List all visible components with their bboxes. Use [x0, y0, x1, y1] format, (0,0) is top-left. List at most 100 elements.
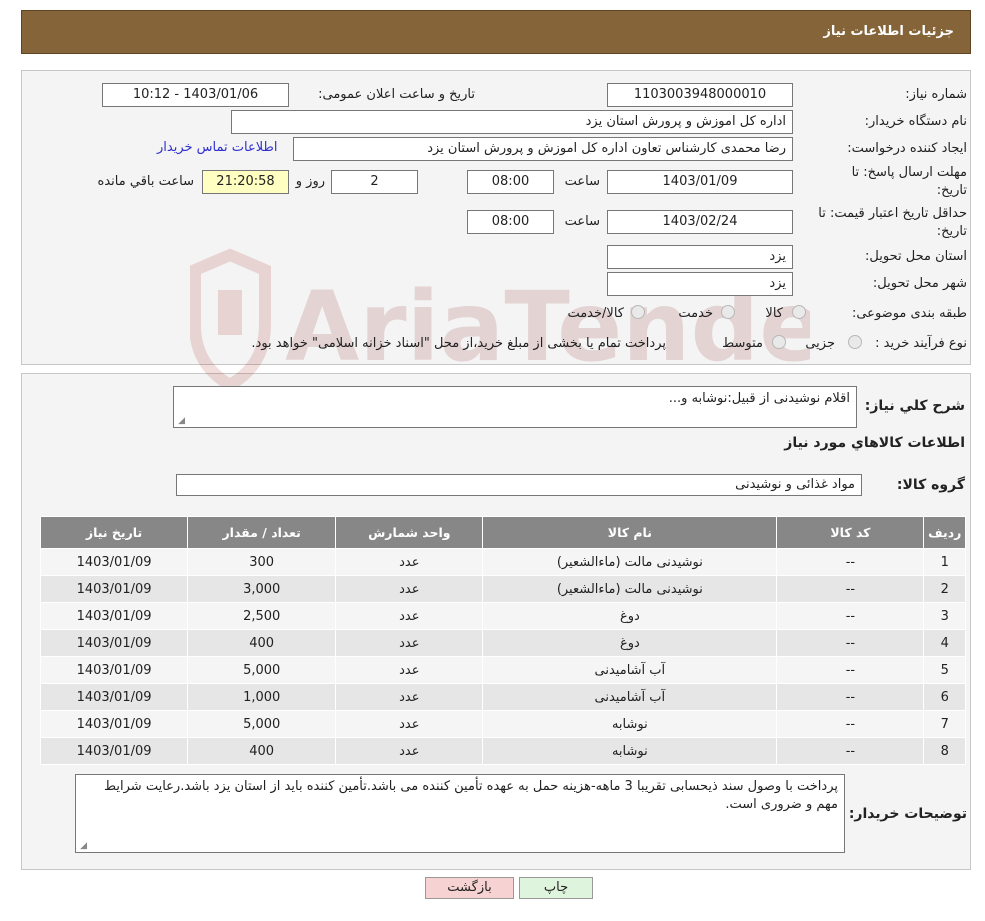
- process-option-minor: جزیی: [805, 336, 835, 351]
- delivery-city-field: یزد: [607, 272, 793, 296]
- cell-item-name: نوشیدنی مالت (ماءالشعیر): [482, 575, 778, 603]
- deadline-label-date: تاریخ:: [936, 183, 967, 198]
- col-header-need-date: تاریخ نیاز: [39, 516, 189, 549]
- remaining-time-field: 21:20:58: [202, 170, 289, 194]
- buyer-notes-text: پرداخت با وصول سند ذیحسابی تقریبا 3 ماهه…: [104, 779, 838, 812]
- cell-item-code: --: [776, 629, 925, 657]
- process-radio-minor[interactable]: [848, 335, 862, 349]
- cell-item-name: نوشابه: [482, 737, 778, 765]
- col-header-item-name: نام کالا: [482, 516, 778, 549]
- table-row: 1 -- نوشیدنی مالت (ماءالشعیر) عدد 300 1403/01…: [39, 548, 966, 576]
- cell-row-number: 7: [923, 710, 966, 738]
- goods-group-field: مواد غذائی و نوشیدنی: [176, 474, 862, 496]
- table-row: 8 -- نوشابه عدد 400 1403/01/09: [39, 737, 966, 765]
- cell-item-code: --: [776, 683, 925, 711]
- resize-grip-icon[interactable]: ◢: [176, 417, 185, 426]
- purchase-process-label: نوع فرآیند خرید :: [875, 336, 967, 351]
- need-summary-textarea[interactable]: اقلام نوشیدنی از قبیل:نوشابه و... ◢: [173, 386, 857, 428]
- cell-unit: عدد: [335, 683, 484, 711]
- cell-unit: عدد: [335, 656, 484, 684]
- deadline-time-label: ساعت: [564, 174, 600, 189]
- cell-item-name: دوغ: [482, 629, 778, 657]
- col-header-unit: واحد شمارش: [335, 516, 484, 549]
- col-header-item-code: کد کالا: [776, 516, 925, 549]
- category-radio-service[interactable]: [721, 305, 735, 319]
- required-items-table: رديف کد کالا نام کالا واحد شمارش تعداد /…: [39, 516, 966, 765]
- cell-need-date: 1403/01/09: [39, 737, 189, 765]
- cell-item-name: آب آشامیدنی: [482, 656, 778, 684]
- cell-quantity: 5,000: [187, 656, 337, 684]
- category-radio-goods[interactable]: [792, 305, 806, 319]
- cell-item-code: --: [776, 602, 925, 630]
- cell-row-number: 8: [923, 737, 966, 765]
- remaining-days-field: 2: [331, 170, 418, 194]
- creator-field: رضا محمدی کارشناس تعاون اداره کل اموزش و…: [293, 137, 793, 161]
- delivery-province-label: استان محل تحویل:: [865, 249, 967, 264]
- price-validity-label-date: تاریخ:: [936, 224, 967, 239]
- col-header-row-number: رديف: [923, 516, 966, 549]
- cell-unit: عدد: [335, 575, 484, 603]
- price-validity-time-label: ساعت: [564, 214, 600, 229]
- delivery-city-label: شهر محل تحویل:: [872, 276, 967, 291]
- col-header-quantity: تعداد / مقدار: [187, 516, 337, 549]
- table-row: 5 -- آب آشامیدنی عدد 5,000 1403/01/09: [39, 656, 966, 684]
- required-items-title: اطلاعات کالاهاي مورد نياز: [784, 435, 965, 451]
- category-option-service: خدمت: [678, 306, 713, 321]
- page-header: جزئیات اطلاعات نیاز: [21, 10, 971, 54]
- price-validity-time-field: 08:00: [467, 210, 554, 234]
- cell-item-name: دوغ: [482, 602, 778, 630]
- cell-need-date: 1403/01/09: [39, 575, 189, 603]
- buyer-contact-link[interactable]: اطلاعات تماس خریدار: [157, 140, 277, 155]
- table-row: 3 -- دوغ عدد 2,500 1403/01/09: [39, 602, 966, 630]
- cell-need-date: 1403/01/09: [39, 710, 189, 738]
- cell-item-name: نوشابه: [482, 710, 778, 738]
- cell-need-date: 1403/01/09: [39, 683, 189, 711]
- table-row: 4 -- دوغ عدد 400 1403/01/09: [39, 629, 966, 657]
- buyer-org-label: نام دستگاه خریدار:: [864, 114, 967, 129]
- cell-row-number: 1: [923, 548, 966, 576]
- cell-quantity: 400: [187, 629, 337, 657]
- cell-item-code: --: [776, 710, 925, 738]
- cell-need-date: 1403/01/09: [39, 629, 189, 657]
- page-title: جزئیات اطلاعات نیاز: [823, 24, 954, 39]
- print-button[interactable]: چاپ: [519, 877, 593, 899]
- price-validity-label: حداقل تاریخ اعتبار قیمت: تا: [818, 206, 967, 221]
- days-label: روز و: [295, 174, 325, 189]
- table-row: 7 -- نوشابه عدد 5,000 1403/01/09: [39, 710, 966, 738]
- treasury-payment-note: پرداخت تمام یا بخشی از مبلغ خرید،از محل …: [251, 336, 666, 351]
- category-option-goods-service: کالا/خدمت: [567, 306, 624, 321]
- category-label: طبقه بندی موضوعی:: [851, 306, 967, 321]
- cell-unit: عدد: [335, 737, 484, 765]
- cell-quantity: 2,500: [187, 602, 337, 630]
- cell-item-code: --: [776, 548, 925, 576]
- need-number-field: 1103003948000010: [607, 83, 793, 107]
- need-number-label: شماره نیاز:: [905, 87, 967, 102]
- announce-datetime-field: 1403/01/06 - 10:12: [102, 83, 289, 107]
- cell-row-number: 3: [923, 602, 966, 630]
- goods-group-label: گروه کالا:: [896, 477, 965, 493]
- table-body: 1 -- نوشیدنی مالت (ماءالشعیر) عدد 300 1403/01…: [39, 548, 966, 765]
- price-validity-date-field: 1403/02/24: [607, 210, 793, 234]
- cell-row-number: 2: [923, 575, 966, 603]
- cell-unit: عدد: [335, 602, 484, 630]
- cell-unit: عدد: [335, 629, 484, 657]
- aria-tender-logo-icon: [190, 248, 271, 392]
- cell-unit: عدد: [335, 548, 484, 576]
- cell-need-date: 1403/01/09: [39, 602, 189, 630]
- need-summary-text: اقلام نوشیدنی از قبیل:نوشابه و...: [668, 391, 850, 406]
- deadline-label: مهلت ارسال پاسخ: تا: [851, 165, 967, 180]
- back-button[interactable]: بازگشت: [425, 877, 514, 899]
- table-row: 6 -- آب آشامیدنی عدد 1,000 1403/01/09: [39, 683, 966, 711]
- cell-quantity: 400: [187, 737, 337, 765]
- buyer-notes-label: توضیحات خریدار:: [848, 806, 967, 822]
- cell-need-date: 1403/01/09: [39, 548, 189, 576]
- buyer-notes-textarea[interactable]: پرداخت با وصول سند ذیحسابی تقریبا 3 ماهه…: [75, 774, 845, 853]
- cell-item-code: --: [776, 575, 925, 603]
- process-radio-medium[interactable]: [772, 335, 786, 349]
- cell-item-name: نوشیدنی مالت (ماءالشعیر): [482, 548, 778, 576]
- cell-need-date: 1403/01/09: [39, 656, 189, 684]
- category-radio-goods-service[interactable]: [631, 305, 645, 319]
- cell-row-number: 5: [923, 656, 966, 684]
- cell-quantity: 3,000: [187, 575, 337, 603]
- resize-grip-icon[interactable]: ◢: [78, 842, 87, 851]
